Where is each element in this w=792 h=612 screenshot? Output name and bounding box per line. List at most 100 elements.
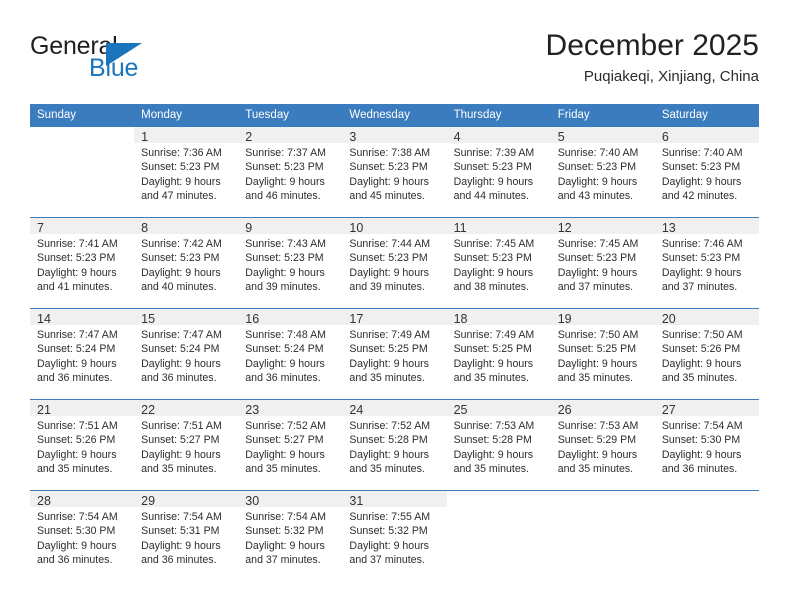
- sunset-time: Sunset: 5:32 PM: [349, 525, 428, 538]
- calendar-day-cell[interactable]: 18 Sunrise: 7:49 AM Sunset: 5:25 PM Dayligh…: [446, 308, 551, 400]
- day-sun-info: Sunrise: 7:53 AM Sunset: 5:29 PM Daylight:…: [551, 416, 655, 477]
- sunset-time: Sunset: 5:25 PM: [557, 343, 637, 356]
- daylight-duration-line1: Daylight: 9 hours: [557, 266, 638, 279]
- day-number: 18: [446, 309, 551, 326]
- day-cell-inner: 23 Sunrise: 7:52 AM Sunset: 5:27 PM Dayligh…: [238, 400, 343, 490]
- calendar-day-cell[interactable]: 22 Sunrise: 7:51 AM Sunset: 5:27 PM Dayligh…: [134, 399, 239, 491]
- calendar-day-cell[interactable]: 27 Sunrise: 7:54 AM Sunset: 5:30 PM Dayligh…: [654, 399, 759, 491]
- sunrise-time: Sunrise: 7:40 AM: [557, 147, 639, 159]
- sunrise-time: Sunrise: 7:40 AM: [661, 147, 743, 159]
- calendar-day-cell[interactable]: 29 Sunrise: 7:54 AM Sunset: 5:31 PM Dayligh…: [134, 490, 239, 581]
- calendar-day-cell-empty: [654, 490, 759, 581]
- calendar-day-cell[interactable]: 17 Sunrise: 7:49 AM Sunset: 5:25 PM Dayligh…: [342, 308, 447, 400]
- day-cell-inner: 12 Sunrise: 7:45 AM Sunset: 5:23 PM Dayligh…: [550, 218, 655, 308]
- daylight-duration-line2: and 35 minutes.: [349, 372, 425, 385]
- logo-text-blue: Blue: [89, 54, 139, 82]
- calendar-day-cell[interactable]: 16 Sunrise: 7:48 AM Sunset: 5:24 PM Dayligh…: [238, 308, 343, 400]
- calendar-day-cell[interactable]: 26 Sunrise: 7:53 AM Sunset: 5:29 PM Dayligh…: [550, 399, 655, 491]
- day-number: 22: [134, 400, 239, 417]
- calendar-day-cell[interactable]: 9 Sunrise: 7:43 AM Sunset: 5:23 PM Daylight…: [238, 217, 343, 309]
- calendar-day-cell[interactable]: 25 Sunrise: 7:53 AM Sunset: 5:28 PM Dayligh…: [446, 399, 551, 491]
- daylight-duration-line2: and 35 minutes.: [661, 372, 738, 385]
- sunset-time: Sunset: 5:30 PM: [661, 434, 741, 447]
- daylight-duration-line1: Daylight: 9 hours: [349, 266, 429, 279]
- sunset-time: Sunset: 5:29 PM: [557, 434, 637, 447]
- daylight-duration-line2: and 47 minutes.: [141, 190, 217, 203]
- calendar-day-cell[interactable]: 14 Sunrise: 7:47 AM Sunset: 5:24 PM Dayligh…: [30, 308, 135, 400]
- calendar-day-cell[interactable]: 28 Sunrise: 7:54 AM Sunset: 5:30 PM Dayligh…: [30, 490, 135, 581]
- daylight-duration-line2: and 46 minutes.: [245, 190, 321, 203]
- day-number: 3: [342, 127, 447, 144]
- day-sun-info: Sunrise: 7:48 AM Sunset: 5:24 PM Daylight:…: [238, 325, 342, 386]
- daylight-duration-line1: Daylight: 9 hours: [245, 539, 325, 552]
- calendar-day-cell[interactable]: 7 Sunrise: 7:41 AM Sunset: 5:23 PM Daylight…: [30, 217, 135, 309]
- day-number: 9: [238, 218, 343, 235]
- calendar-day-cell[interactable]: 3 Sunrise: 7:38 AM Sunset: 5:23 PM Daylight…: [342, 126, 447, 218]
- day-number: 14: [30, 309, 135, 326]
- calendar-day-cell[interactable]: 10 Sunrise: 7:44 AM Sunset: 5:23 PM Dayligh…: [342, 217, 447, 309]
- calendar-week-row: 21 Sunrise: 7:51 AM Sunset: 5:26 PM Dayligh…: [30, 399, 759, 491]
- daylight-duration-line1: Daylight: 9 hours: [453, 266, 534, 279]
- day-sun-info: Sunrise: 7:45 AM Sunset: 5:23 PM Daylight:…: [447, 234, 551, 295]
- calendar-day-cell[interactable]: 23 Sunrise: 7:52 AM Sunset: 5:27 PM Dayligh…: [238, 399, 343, 491]
- day-cell-inner: 27 Sunrise: 7:54 AM Sunset: 5:30 PM Dayligh…: [654, 400, 759, 490]
- daylight-duration-line2: and 43 minutes.: [557, 190, 634, 203]
- calendar-day-cell[interactable]: 2 Sunrise: 7:37 AM Sunset: 5:23 PM Daylight…: [238, 126, 343, 218]
- calendar-day-cell[interactable]: 6 Sunrise: 7:40 AM Sunset: 5:23 PM Daylight…: [654, 126, 759, 218]
- calendar-day-cell[interactable]: 24 Sunrise: 7:52 AM Sunset: 5:28 PM Dayligh…: [342, 399, 447, 491]
- calendar-day-cell[interactable]: 4 Sunrise: 7:39 AM Sunset: 5:23 PM Daylight…: [446, 126, 551, 218]
- general-blue-logo[interactable]: General Blue: [30, 32, 260, 90]
- daylight-duration-line1: Daylight: 9 hours: [349, 448, 429, 461]
- daylight-duration-line2: and 36 minutes.: [245, 372, 321, 385]
- day-sun-info: Sunrise: 7:44 AM Sunset: 5:23 PM Daylight:…: [342, 234, 446, 295]
- day-cell-inner: 20 Sunrise: 7:50 AM Sunset: 5:26 PM Dayligh…: [654, 309, 759, 399]
- calendar-day-cell[interactable]: 11 Sunrise: 7:45 AM Sunset: 5:23 PM Dayligh…: [446, 217, 551, 309]
- calendar-day-cell-empty: [550, 490, 655, 581]
- sunrise-time: Sunrise: 7:45 AM: [557, 238, 639, 250]
- daylight-duration-line1: Daylight: 9 hours: [245, 175, 325, 188]
- calendar-day-cell[interactable]: 31 Sunrise: 7:55 AM Sunset: 5:32 PM Dayligh…: [342, 490, 447, 581]
- day-sun-info: Sunrise: 7:49 AM Sunset: 5:25 PM Daylight:…: [342, 325, 446, 386]
- day-cell-inner: 2 Sunrise: 7:37 AM Sunset: 5:23 PM Daylight…: [238, 127, 343, 217]
- daylight-duration-line2: and 35 minutes.: [557, 463, 634, 476]
- day-cell-inner: 31 Sunrise: 7:55 AM Sunset: 5:32 PM Dayligh…: [342, 491, 447, 581]
- day-number: 25: [446, 400, 551, 417]
- daylight-duration-line2: and 38 minutes.: [453, 281, 529, 294]
- daylight-duration-line2: and 36 minutes.: [141, 372, 217, 385]
- calendar-day-cell[interactable]: 13 Sunrise: 7:46 AM Sunset: 5:23 PM Dayligh…: [654, 217, 759, 309]
- calendar-table: Sunday Monday Tuesday Wednesday Thursday…: [30, 104, 759, 581]
- daylight-duration-line2: and 35 minutes.: [453, 372, 529, 385]
- daylight-duration-line1: Daylight: 9 hours: [557, 175, 638, 188]
- calendar-day-cell[interactable]: 19 Sunrise: 7:50 AM Sunset: 5:25 PM Dayligh…: [550, 308, 655, 400]
- day-cell-inner: [655, 491, 759, 581]
- daylight-duration-line1: Daylight: 9 hours: [245, 266, 325, 279]
- calendar-day-cell[interactable]: 20 Sunrise: 7:50 AM Sunset: 5:26 PM Dayligh…: [654, 308, 759, 400]
- day-sun-info: Sunrise: 7:36 AM Sunset: 5:23 PM Daylight:…: [134, 143, 238, 204]
- calendar-day-cell[interactable]: 12 Sunrise: 7:45 AM Sunset: 5:23 PM Dayligh…: [550, 217, 655, 309]
- calendar-day-cell[interactable]: 5 Sunrise: 7:40 AM Sunset: 5:23 PM Daylight…: [550, 126, 655, 218]
- day-cell-inner: 30 Sunrise: 7:54 AM Sunset: 5:32 PM Dayligh…: [238, 491, 343, 581]
- day-sun-info: Sunrise: 7:43 AM Sunset: 5:23 PM Daylight:…: [238, 234, 342, 295]
- daylight-duration-line1: Daylight: 9 hours: [349, 357, 429, 370]
- calendar-day-cell[interactable]: 21 Sunrise: 7:51 AM Sunset: 5:26 PM Dayligh…: [30, 399, 135, 491]
- calendar-day-cell[interactable]: 30 Sunrise: 7:54 AM Sunset: 5:32 PM Dayligh…: [238, 490, 343, 581]
- daylight-duration-line2: and 40 minutes.: [141, 281, 217, 294]
- day-number: 8: [134, 218, 239, 235]
- calendar-day-cell[interactable]: 8 Sunrise: 7:42 AM Sunset: 5:23 PM Daylight…: [134, 217, 239, 309]
- day-number: 15: [134, 309, 239, 326]
- day-cell-inner: 1 Sunrise: 7:36 AM Sunset: 5:23 PM Daylight…: [134, 127, 239, 217]
- day-number: 17: [342, 309, 447, 326]
- page-header: General Blue December 2025 Puqiakeqi, Xi…: [30, 28, 759, 90]
- weekday-header-wednesday: Wednesday: [342, 104, 447, 127]
- day-cell-inner: 24 Sunrise: 7:52 AM Sunset: 5:28 PM Dayligh…: [342, 400, 447, 490]
- calendar-day-cell[interactable]: 1 Sunrise: 7:36 AM Sunset: 5:23 PM Daylight…: [134, 126, 239, 218]
- day-sun-info: Sunrise: 7:40 AM Sunset: 5:23 PM Daylight:…: [655, 143, 759, 204]
- day-sun-info: Sunrise: 7:40 AM Sunset: 5:23 PM Daylight:…: [551, 143, 655, 204]
- sunset-time: Sunset: 5:23 PM: [245, 161, 324, 174]
- day-cell-inner: 10 Sunrise: 7:44 AM Sunset: 5:23 PM Dayligh…: [342, 218, 447, 308]
- sunrise-time: Sunrise: 7:52 AM: [349, 420, 431, 432]
- sunset-time: Sunset: 5:28 PM: [349, 434, 428, 447]
- weekday-header-thursday: Thursday: [446, 104, 551, 127]
- day-cell-inner: 4 Sunrise: 7:39 AM Sunset: 5:23 PM Daylight…: [446, 127, 551, 217]
- calendar-day-cell[interactable]: 15 Sunrise: 7:47 AM Sunset: 5:24 PM Dayligh…: [134, 308, 239, 400]
